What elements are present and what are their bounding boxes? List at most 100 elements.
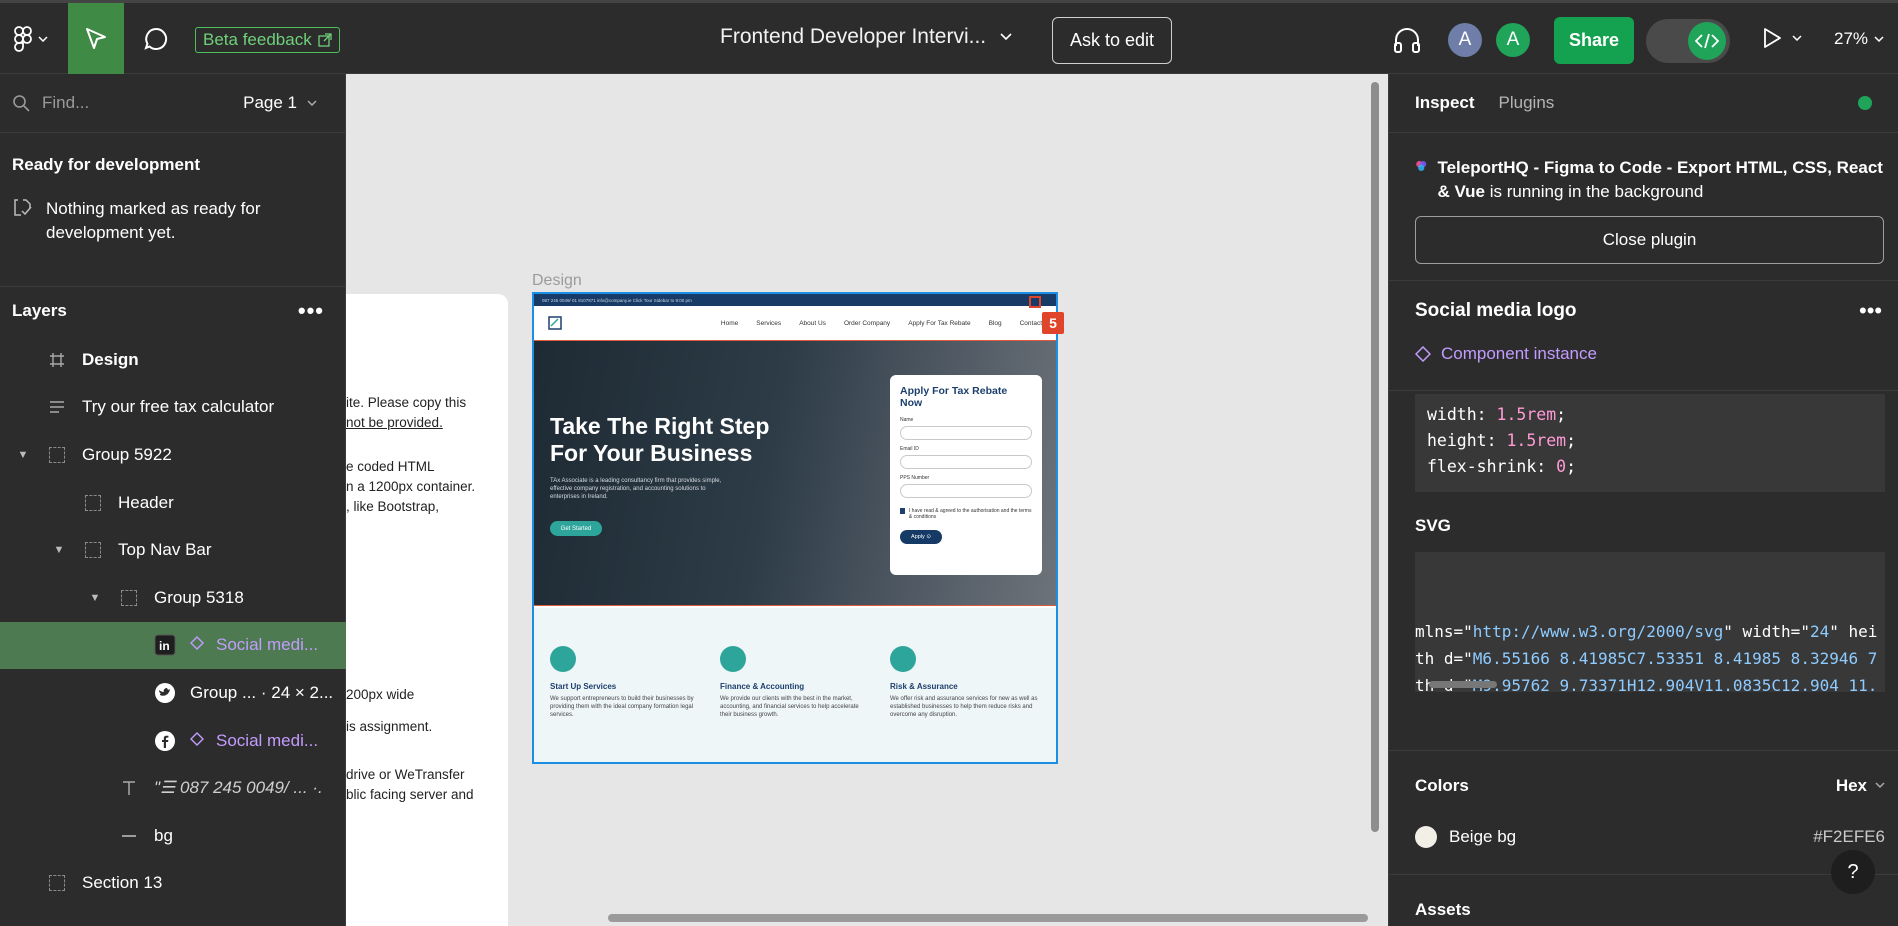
service-text: We offer risk and assurance services for…	[890, 696, 1038, 718]
form-field-input	[900, 426, 1032, 440]
layer-row[interactable]: ▼ Top Nav Bar	[0, 526, 346, 574]
user-avatar[interactable]: A	[1496, 23, 1530, 57]
layer-row[interactable]: bg	[0, 812, 346, 860]
component-diamond-icon	[190, 635, 204, 655]
figma-logo-icon	[14, 25, 32, 52]
instructions-text-line: 200px wide	[346, 687, 415, 702]
tab-inspect[interactable]: Inspect	[1415, 93, 1475, 113]
svg-text:in: in	[159, 639, 170, 653]
css-value: 1.5rem	[1496, 405, 1557, 424]
form-field-label: Name	[900, 417, 914, 423]
layer-label: bg	[154, 825, 173, 845]
share-label: Share	[1568, 30, 1620, 50]
instructions-text-line: ite. Please copy this	[346, 395, 467, 410]
design-hero: Take The Right Step For Your Business TA…	[534, 340, 1056, 606]
instructions-text-line: , like Bootstrap,	[346, 499, 440, 514]
layer-row[interactable]: "☰ 087 245 0049/ ... ·.	[0, 764, 346, 812]
css-value: 1.5rem	[1506, 431, 1567, 450]
component-more-icon[interactable]: •••	[1859, 298, 1882, 324]
main-menu-button[interactable]	[0, 3, 62, 74]
colors-header: Colors Hex	[1415, 776, 1885, 796]
layers-more-icon[interactable]: •••	[298, 298, 334, 324]
design-nav-link: About Us	[799, 319, 826, 327]
file-title-dropdown[interactable]: Frontend Developer Intervi...	[720, 25, 1012, 49]
vertical-scrollbar[interactable]	[1371, 82, 1379, 832]
group-icon	[118, 587, 140, 609]
layer-row[interactable]: Design	[0, 336, 346, 384]
form-consent: I have read & agreed to the authorisatio…	[900, 508, 1032, 520]
design-nav-link: Order Company	[843, 319, 891, 327]
layer-row[interactable]: ▼ Group 5922	[0, 431, 346, 479]
page-selector[interactable]: Page 1	[243, 93, 333, 113]
divider	[1389, 132, 1898, 133]
css-semicolon: ;	[1556, 405, 1567, 424]
cursor-arrow-icon	[86, 27, 106, 49]
chevron-down-icon	[1874, 36, 1884, 42]
css-code-block[interactable]: width: 1.5rem; height: 1.5rem; flex-shrink…	[1415, 394, 1885, 492]
layer-row[interactable]: Header	[0, 479, 346, 527]
component-type: Component instance	[1415, 344, 1597, 364]
expand-caret-icon[interactable]: ▼	[88, 592, 102, 604]
share-button[interactable]: Share	[1554, 17, 1634, 64]
horizontal-scrollbar[interactable]	[608, 914, 1368, 922]
svg-code-line: mlns="http://www.w3.org/2000/svg" width=…	[1415, 618, 1885, 645]
service-card: Risk & Assurance We offer risk and assura…	[890, 646, 1040, 719]
design-nav-link: Contact	[1019, 319, 1042, 327]
service-text: We provide our clients with the best in …	[720, 696, 859, 718]
dev-mode-toggle[interactable]	[1646, 19, 1730, 63]
headphones-icon	[1394, 28, 1420, 53]
layer-label: Try our free tax calculator	[82, 397, 275, 417]
zoom-dropdown[interactable]: 27%	[1834, 29, 1884, 49]
line-icon	[118, 825, 140, 847]
layer-row[interactable]: Social medi...	[0, 717, 346, 765]
text-icon	[118, 777, 140, 799]
beta-feedback-button[interactable]: Beta feedback	[195, 27, 340, 53]
svg-code-block[interactable]: mlns="http://www.w3.org/2000/svg" width=…	[1415, 552, 1885, 692]
form-title: Apply For Tax Rebate Now	[900, 385, 1008, 409]
canvas[interactable]: ite. Please copy this not be provided. e …	[346, 74, 1388, 926]
ready-for-dev-empty: Nothing marked as ready for development …	[0, 175, 345, 245]
plugin-status: TeleportHQ - Figma to Code - Export HTML…	[1389, 132, 1898, 204]
instructions-text-line: not be provided.	[346, 415, 443, 430]
layer-row[interactable]: in Social medi...	[0, 621, 346, 670]
comment-tool-button[interactable]	[136, 3, 176, 74]
form-apply-button: Apply ⊙	[900, 530, 942, 544]
ready-dev-icon	[14, 199, 32, 216]
help-button[interactable]: ?	[1831, 850, 1875, 894]
design-frame[interactable]: 087 245 0049/ 01 8107871 info@company.ie…	[532, 292, 1058, 764]
layer-row[interactable]: Group ... · 24 × 2...	[0, 669, 346, 717]
component-diamond-icon	[1415, 346, 1431, 362]
tab-plugins[interactable]: Plugins	[1499, 93, 1555, 113]
ask-to-edit-label: Ask to edit	[1069, 30, 1155, 50]
layer-row[interactable]: Section 13	[0, 860, 346, 908]
layer-row[interactable]: ▼ Group 5318	[0, 574, 346, 622]
color-format-label: Hex	[1835, 776, 1867, 795]
svg-code-pre: th d="	[1415, 649, 1473, 668]
frame-label[interactable]: Design	[532, 272, 582, 290]
present-button[interactable]	[1762, 27, 1802, 49]
hero-subtitle: TAx Associate is a leading consultancy f…	[550, 478, 722, 500]
close-plugin-button[interactable]: Close plugin	[1415, 216, 1884, 264]
layer-row[interactable]: Try our free tax calculator	[0, 384, 346, 432]
design-services: Start Up Services We support entrepreneur…	[534, 608, 1056, 762]
expand-caret-icon[interactable]: ▼	[52, 544, 66, 556]
user-avatar[interactable]: A	[1448, 23, 1482, 57]
expand-caret-icon[interactable]: ▼	[16, 449, 30, 461]
top-bar: Beta feedback Frontend Developer Intervi…	[0, 0, 1898, 74]
svg-horizontal-scrollbar[interactable]	[1429, 681, 1497, 688]
ask-to-edit-button[interactable]: Ask to edit	[1052, 17, 1172, 64]
twitter-icon	[154, 682, 176, 704]
color-format-dropdown[interactable]: Hex	[1836, 776, 1885, 796]
comment-bubble-icon	[144, 27, 168, 50]
color-row[interactable]: Beige bg #F2EFE6	[1415, 826, 1885, 848]
text-lines-icon	[46, 396, 68, 418]
css-line: width: 1.5rem;	[1427, 402, 1873, 428]
hero-title: Take The Right Step For Your Business	[550, 413, 770, 466]
svg-code-line: th d="M6.55166 8.41985C7.53351 8.41985 8…	[1415, 645, 1885, 672]
css-semicolon: ;	[1566, 457, 1577, 476]
group-icon	[82, 492, 104, 514]
audio-chat-button[interactable]	[1392, 26, 1422, 54]
group-icon	[46, 872, 68, 894]
move-tool-button[interactable]	[68, 3, 124, 74]
search-input[interactable]: Find...	[42, 93, 89, 113]
